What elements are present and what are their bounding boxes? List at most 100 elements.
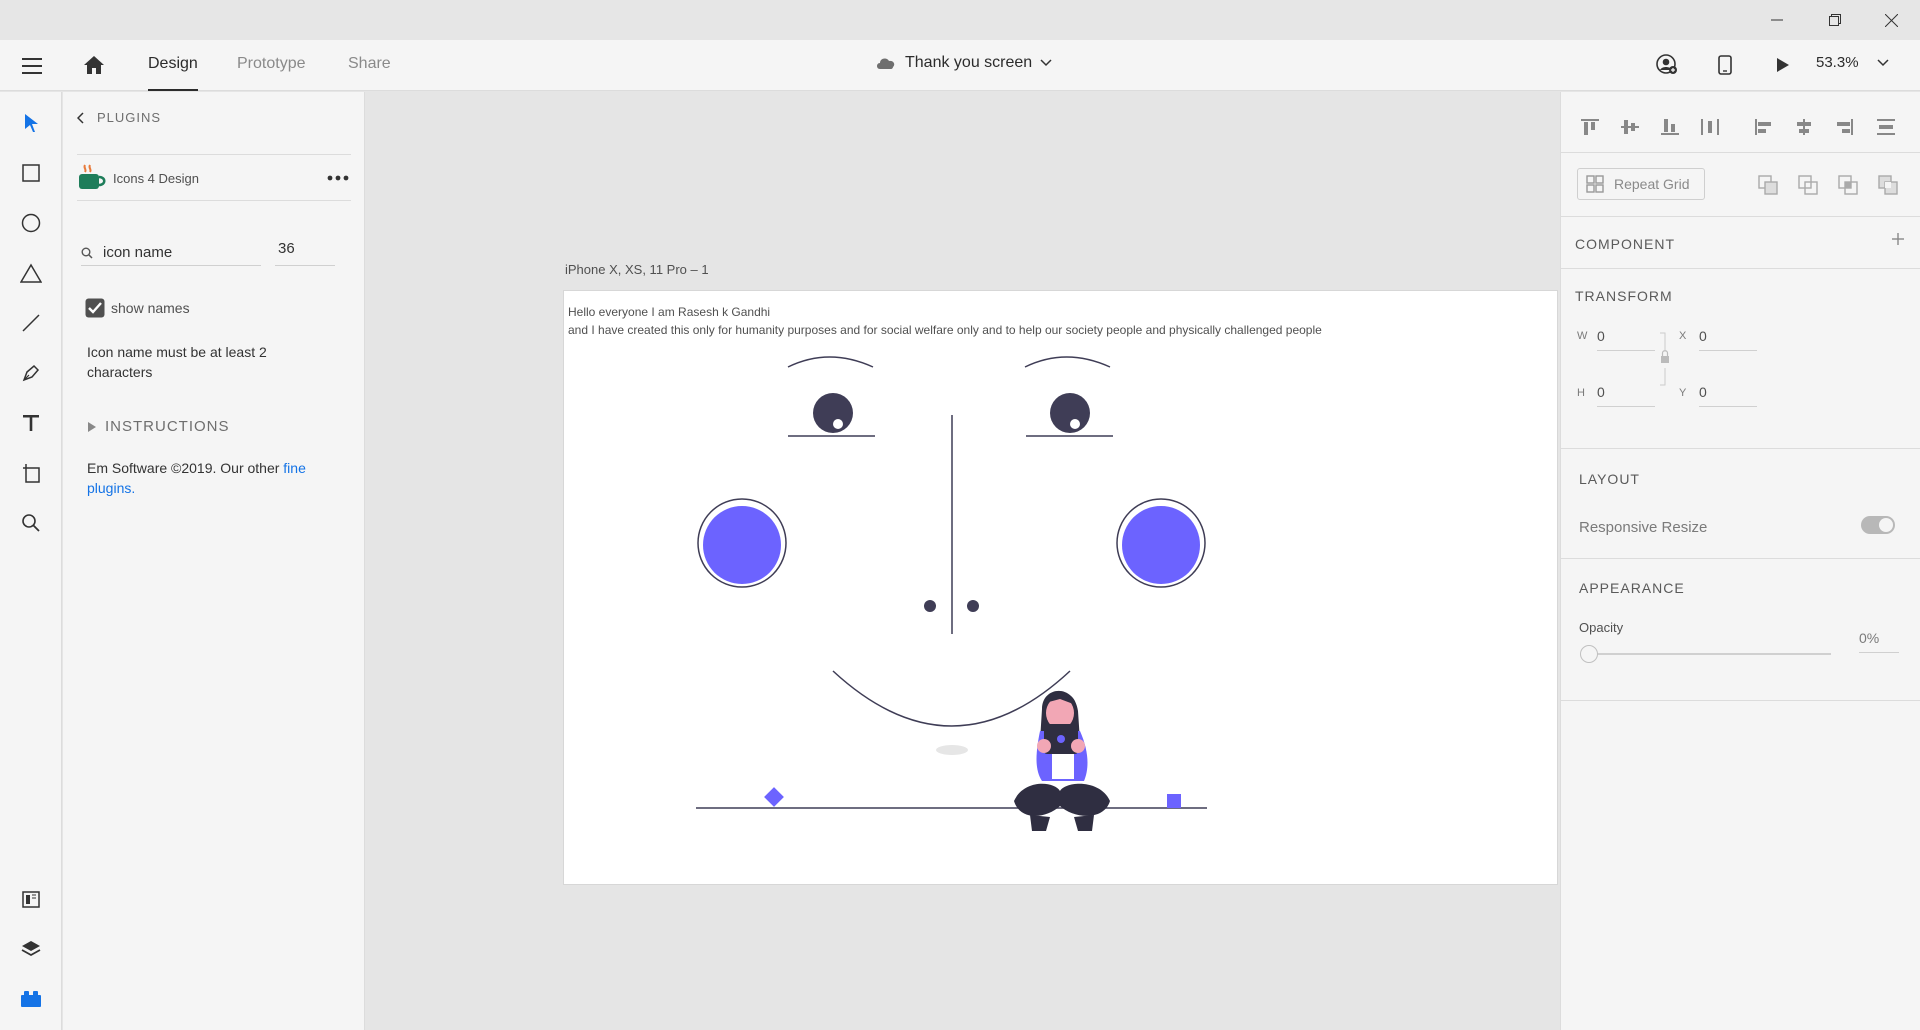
artboard-tool[interactable] — [14, 456, 48, 490]
repeat-grid-icon — [1586, 175, 1604, 193]
play-preview-button[interactable] — [1770, 52, 1796, 78]
triangle-right-icon — [88, 421, 96, 432]
distribute-horizontal-button[interactable] — [1695, 112, 1725, 142]
right-nostril — [967, 600, 979, 612]
width-input[interactable]: 0 — [1597, 328, 1655, 351]
height-input[interactable]: 0 — [1597, 384, 1655, 407]
opacity-slider-handle[interactable] — [1580, 645, 1598, 663]
document-title-dropdown[interactable]: Thank you screen — [875, 54, 1052, 72]
boolean-add-button[interactable] — [1753, 170, 1783, 200]
show-names-checkbox[interactable]: show names — [85, 298, 190, 318]
search-icon — [81, 247, 93, 259]
left-cheek — [703, 506, 781, 584]
rectangle-icon — [22, 164, 40, 182]
chin-shadow — [936, 745, 968, 755]
home-button[interactable] — [78, 50, 110, 80]
select-tool[interactable] — [14, 106, 48, 140]
divider — [1561, 558, 1920, 559]
footer-text: Em Software ©2019. Our other — [87, 460, 284, 476]
artboard[interactable]: Hello everyone I am Rasesh k Gandhi and … — [563, 290, 1558, 885]
divider — [1561, 448, 1920, 449]
minimize-icon — [1771, 19, 1783, 21]
boolean-exclude-button[interactable] — [1873, 170, 1903, 200]
share-user-button[interactable] — [1654, 52, 1680, 78]
close-icon — [1884, 13, 1898, 27]
tab-share[interactable]: Share — [348, 55, 391, 91]
instructions-label: INSTRUCTIONS — [105, 418, 230, 435]
chevron-down-icon — [1877, 58, 1889, 66]
smile — [832, 670, 1071, 727]
responsive-resize-label: Responsive Resize — [1579, 519, 1708, 536]
left-eye-glint — [833, 419, 843, 429]
rectangle-tool[interactable] — [14, 156, 48, 190]
icon-size-input[interactable]: 36 — [275, 240, 335, 266]
lock-aspect-icon[interactable] — [1659, 332, 1671, 386]
distribute-horizontal-icon — [1701, 119, 1719, 135]
align-center-button[interactable] — [1789, 112, 1819, 142]
icon-search-field[interactable]: icon name — [81, 240, 261, 266]
polygon-tool[interactable] — [14, 256, 48, 290]
artboard-label[interactable]: iPhone X, XS, 11 Pro – 1 — [565, 262, 709, 277]
plugins-panel-button[interactable] — [14, 982, 48, 1016]
y-input[interactable]: 0 — [1699, 384, 1757, 407]
artboard-text[interactable]: Hello everyone I am Rasesh k Gandhi and … — [568, 303, 1322, 339]
distribute-vertical-button[interactable] — [1871, 112, 1901, 142]
plugin-more-button[interactable] — [327, 168, 349, 186]
align-left-button[interactable] — [1749, 112, 1779, 142]
pen-tool[interactable] — [14, 356, 48, 390]
boolean-exclude-icon — [1878, 175, 1898, 195]
responsive-resize-toggle[interactable] — [1861, 516, 1895, 534]
opacity-input[interactable]: 0% — [1859, 630, 1899, 653]
ellipse-tool[interactable] — [14, 206, 48, 240]
design-canvas[interactable]: iPhone X, XS, 11 Pro – 1 Hello everyone … — [366, 92, 1559, 1030]
girl-figure — [1014, 690, 1110, 831]
align-top-button[interactable] — [1575, 112, 1605, 142]
boolean-intersect-button[interactable] — [1833, 170, 1863, 200]
add-component-button[interactable] — [1891, 232, 1905, 251]
boolean-subtract-button[interactable] — [1793, 170, 1823, 200]
zoom-tool[interactable] — [14, 506, 48, 540]
checkbox-checked-icon — [85, 298, 105, 318]
opacity-slider-track[interactable] — [1593, 653, 1831, 655]
assets-panel-button[interactable] — [14, 882, 48, 916]
plugins-back-link[interactable]: PLUGINS — [77, 110, 161, 125]
text-line-2: and I have created this only for humanit… — [568, 323, 1322, 337]
text-tool[interactable] — [14, 406, 48, 440]
zoom-icon — [22, 514, 40, 532]
width-label: W — [1577, 330, 1588, 342]
restore-button[interactable] — [1806, 0, 1864, 40]
tab-prototype[interactable]: Prototype — [237, 55, 305, 91]
transform-section-title: TRANSFORM — [1575, 288, 1673, 304]
align-bottom-button[interactable] — [1655, 112, 1685, 142]
close-window-button[interactable] — [1862, 0, 1920, 40]
home-icon — [84, 56, 104, 74]
x-input[interactable]: 0 — [1699, 328, 1757, 351]
divider — [1561, 268, 1920, 269]
coffee-cup-icon — [79, 164, 106, 189]
validation-message: Icon name must be at least 2 characters — [87, 344, 267, 380]
line-tool[interactable] — [14, 306, 48, 340]
right-cheek — [1122, 506, 1200, 584]
device-preview-button[interactable] — [1712, 52, 1738, 78]
layers-panel-button[interactable] — [14, 932, 48, 966]
appearance-section-title: APPEARANCE — [1579, 580, 1685, 596]
align-right-button[interactable] — [1829, 112, 1859, 142]
hamburger-icon — [22, 58, 42, 74]
align-middle-button[interactable] — [1615, 112, 1645, 142]
repeat-grid-button[interactable]: Repeat Grid — [1577, 168, 1705, 200]
minimize-button[interactable] — [1748, 0, 1806, 40]
plugin-header: Icons 4 Design — [77, 156, 351, 200]
toggle-knob — [1879, 518, 1893, 532]
select-icon — [25, 114, 38, 132]
zoom-dropdown[interactable]: 53.3% — [1816, 54, 1889, 71]
menu-button[interactable] — [16, 52, 48, 80]
mobile-icon — [1718, 55, 1732, 75]
left-eye — [813, 393, 853, 433]
align-center-icon — [1797, 119, 1811, 135]
instructions-toggle[interactable]: INSTRUCTIONS — [87, 418, 230, 435]
tab-design[interactable]: Design — [148, 55, 198, 91]
zoom-value: 53.3% — [1816, 54, 1859, 71]
right-eye-glint — [1070, 419, 1080, 429]
opacity-label: Opacity — [1579, 620, 1624, 635]
play-icon — [1777, 58, 1789, 72]
